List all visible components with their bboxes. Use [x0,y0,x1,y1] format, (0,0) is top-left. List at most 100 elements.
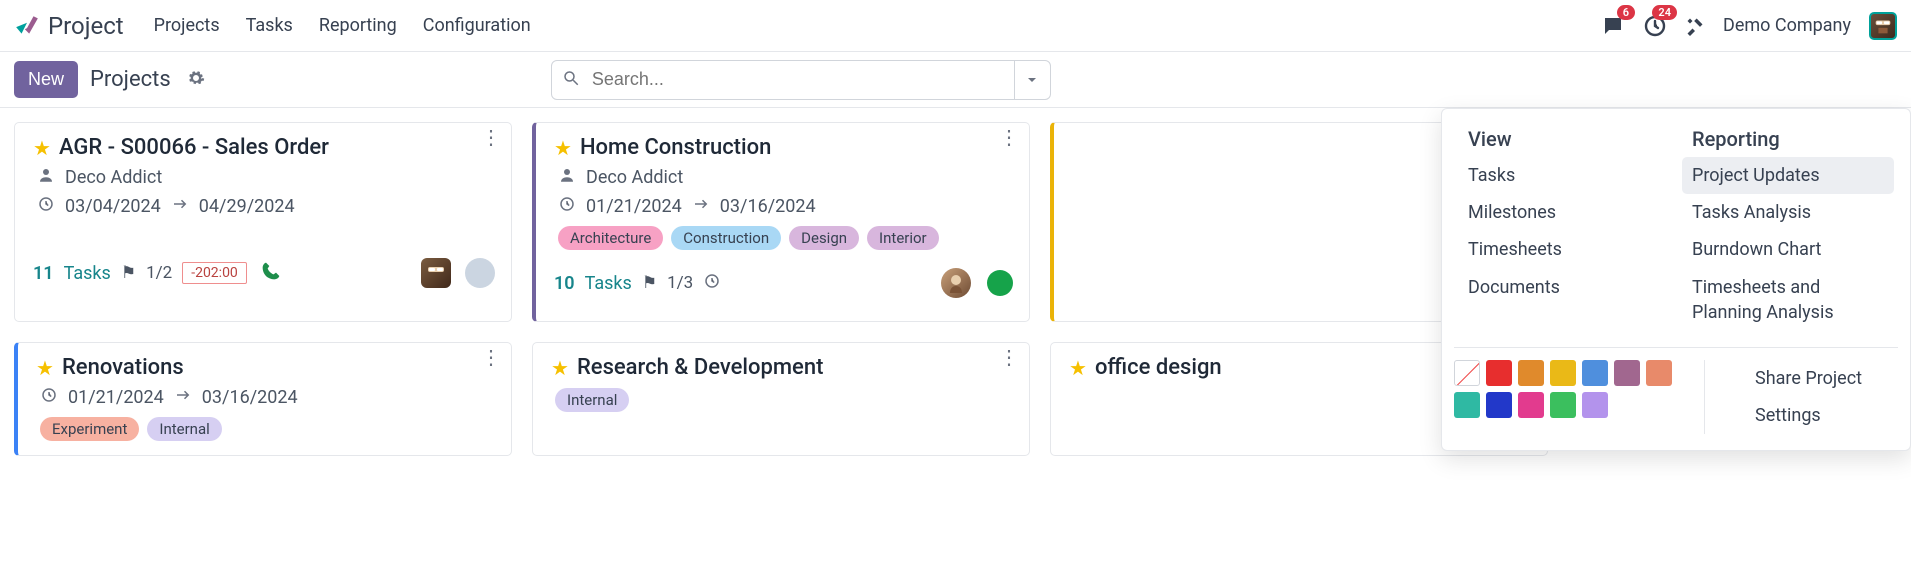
panel-view-col: View Tasks Milestones Timesheets Documen… [1452,121,1676,331]
card-client: Deco Addict [65,167,162,188]
nav-configuration[interactable]: Configuration [423,15,531,36]
swatch-indigo[interactable] [1486,392,1512,418]
activities-button[interactable]: 24 [1643,14,1667,38]
project-card-renovations[interactable]: ⋮ ★ Renovations 01/21/2024 03/16/2024 Ex… [14,342,512,456]
phone-icon[interactable] [261,261,281,286]
nav-reporting[interactable]: Reporting [319,15,397,36]
milestone-ratio: 1/2 [146,263,172,283]
tasks-label[interactable]: Tasks [585,273,632,294]
swatch-red[interactable] [1486,360,1512,386]
panel-share[interactable]: Share Project [1745,360,1898,397]
tasks-count[interactable]: 10 [554,273,575,294]
panel-separator [1454,347,1898,348]
project-card-home[interactable]: ⋮ ★ Home Construction Deco Addict 01/21/… [532,122,1030,322]
card-title: Research & Development [577,355,823,380]
company-name[interactable]: Demo Company [1723,15,1851,36]
swatch-teal[interactable] [1454,392,1480,418]
swatch-none[interactable] [1454,360,1480,386]
search-input[interactable] [590,68,1014,91]
user-avatar[interactable] [1869,12,1897,40]
kanban-board: ⋮ ★ AGR - S00066 - Sales Order Deco Addi… [0,108,1911,470]
search-icon [552,69,590,91]
tag-design[interactable]: Design [789,226,859,250]
tag-experiment[interactable]: Experiment [40,417,139,441]
flag-icon[interactable]: ⚑ [642,273,657,293]
main-nav: Projects Tasks Reporting Configuration [154,15,531,36]
search-box[interactable] [551,60,1051,100]
search-dropdown-toggle[interactable] [1014,60,1050,100]
timesheet-balance[interactable]: -202:00 [182,262,247,284]
tag-internal[interactable]: Internal [147,417,221,441]
swatch-blue[interactable] [1582,360,1608,386]
star-icon[interactable]: ★ [1069,356,1087,380]
star-icon[interactable]: ★ [551,356,569,380]
app-logo[interactable]: Project [14,12,124,40]
new-button[interactable]: New [14,61,78,98]
swatch-green[interactable] [1550,392,1576,418]
arrow-right-icon [692,195,710,218]
status-dot[interactable] [465,258,495,288]
card-date-start: 01/21/2024 [68,387,164,408]
assignee-avatar[interactable] [941,268,971,298]
panel-report-updates[interactable]: Project Updates [1682,157,1894,194]
card-date-start: 03/04/2024 [65,196,161,217]
star-icon[interactable]: ★ [33,136,51,160]
card-date-end: 03/16/2024 [202,387,298,408]
card-menu-button[interactable]: ⋮ [481,353,501,361]
control-bar: New Projects [0,52,1911,108]
card-date-end: 04/29/2024 [199,196,295,217]
card-title: office design [1095,355,1222,380]
tag-architecture[interactable]: Architecture [558,226,663,250]
arrow-right-icon [174,386,192,409]
card-date-start: 01/21/2024 [586,196,682,217]
panel-report-tasks[interactable]: Tasks Analysis [1682,194,1894,231]
gear-icon[interactable] [187,69,205,91]
tag-internal[interactable]: Internal [555,388,629,412]
activities-badge: 24 [1652,5,1677,20]
panel-view-tasks[interactable]: Tasks [1458,157,1670,194]
star-icon[interactable]: ★ [554,136,572,160]
clock-icon [40,386,58,409]
panel-settings[interactable]: Settings [1745,397,1898,434]
star-icon[interactable]: ★ [36,356,54,380]
assignee-avatar[interactable] [421,258,451,288]
panel-report-header: Reporting [1682,121,1894,157]
tasks-count[interactable]: 11 [33,263,54,284]
project-card-agr[interactable]: ⋮ ★ AGR - S00066 - Sales Order Deco Addi… [14,122,512,322]
card-client: Deco Addict [586,167,683,188]
clock-icon [37,195,55,218]
tasks-label[interactable]: Tasks [64,263,111,284]
swatch-yellow[interactable] [1550,360,1576,386]
person-icon [37,166,55,189]
card-menu-button[interactable]: ⋮ [481,133,501,141]
panel-view-documents[interactable]: Documents [1458,269,1670,306]
tools-icon[interactable] [1685,16,1705,36]
panel-actions: Share Project Settings [1704,360,1898,434]
card-menu-button[interactable]: ⋮ [999,133,1019,141]
topbar: Project Projects Tasks Reporting Configu… [0,0,1911,52]
flag-icon[interactable]: ⚑ [121,263,136,283]
status-dot[interactable] [987,270,1013,296]
panel-report-tsplan[interactable]: Timesheets and Planning Analysis [1682,269,1894,331]
logo-check-icon [14,13,40,39]
swatch-pink[interactable] [1518,392,1544,418]
clock-icon [558,195,576,218]
nav-projects[interactable]: Projects [154,15,220,36]
card-title: Renovations [62,355,184,380]
panel-report-col: Reporting Project Updates Tasks Analysis… [1676,121,1900,331]
project-card-rnd[interactable]: ⋮ ★ Research & Development Internal [532,342,1030,456]
panel-view-milestones[interactable]: Milestones [1458,194,1670,231]
swatch-mauve[interactable] [1614,360,1640,386]
swatch-lilac[interactable] [1582,392,1608,418]
card-menu-button[interactable]: ⋮ [999,353,1019,361]
swatch-orange[interactable] [1518,360,1544,386]
activity-clock-icon[interactable] [703,272,721,295]
panel-view-timesheets[interactable]: Timesheets [1458,231,1670,268]
tag-interior[interactable]: Interior [867,226,939,250]
nav-tasks[interactable]: Tasks [246,15,293,36]
tag-construction[interactable]: Construction [671,226,781,250]
card-title: Home Construction [580,135,771,160]
swatch-salmon[interactable] [1646,360,1672,386]
panel-report-burndown[interactable]: Burndown Chart [1682,231,1894,268]
messages-button[interactable]: 6 [1601,14,1625,38]
